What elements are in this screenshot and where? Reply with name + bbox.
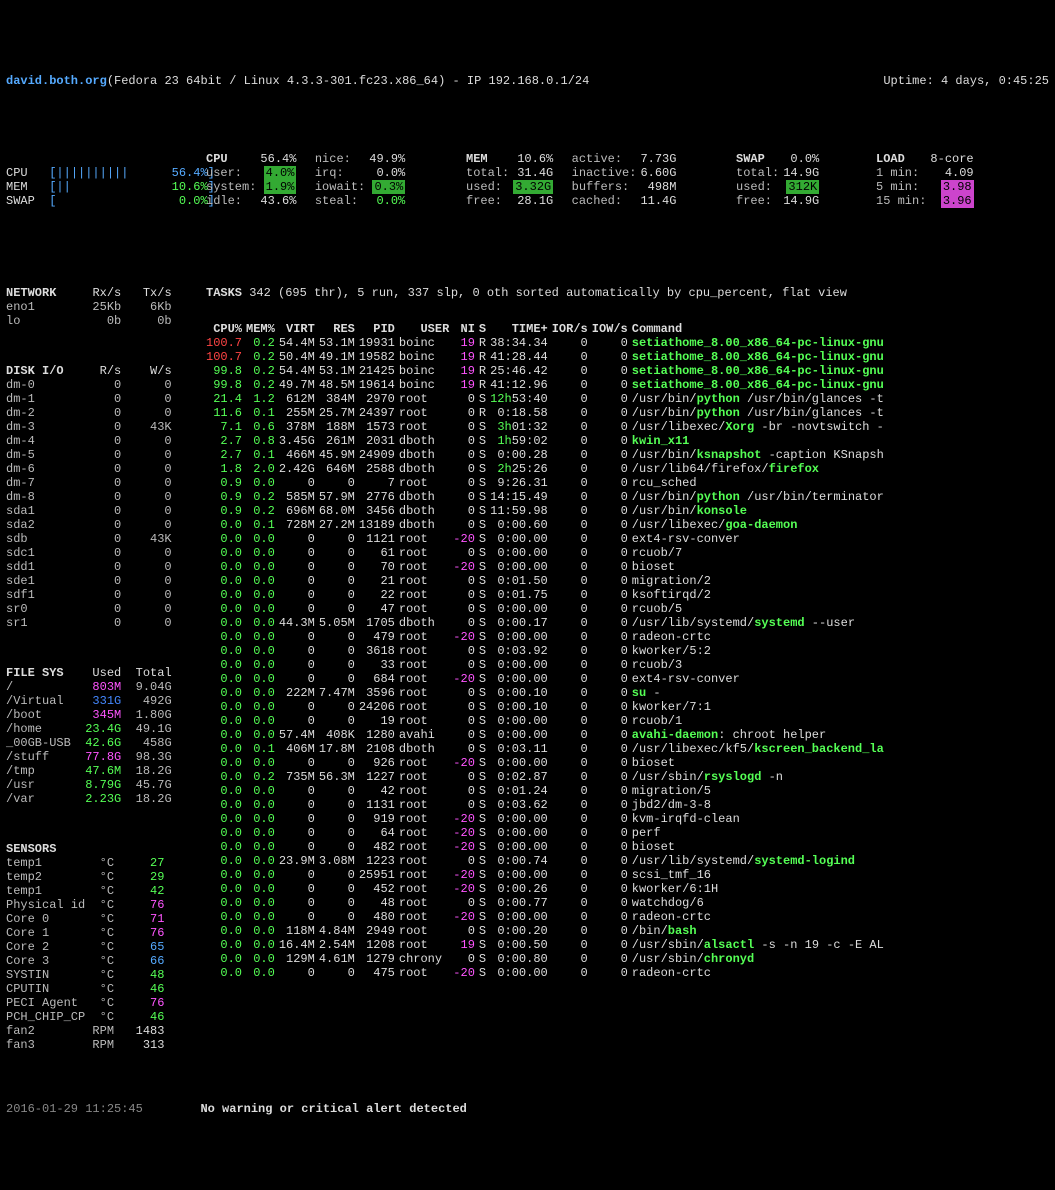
process-row: 0.00.023.9M3.08M1223root 0S0:00.7400/usr…	[206, 854, 888, 868]
process-row: 99.80.254.4M53.1M21425boinc 19R25:46.420…	[206, 364, 888, 378]
tasks-summary: 342 (695 thr), 5 run, 337 slp, 0 oth sor…	[249, 286, 847, 300]
process-row: 0.00.044.3M5.05M1705dboth 0S0:00.1700/us…	[206, 616, 888, 630]
uptime: 4 days, 0:45:25	[941, 74, 1049, 88]
process-row: 0.00.000684root -20S0:00.0000ext4-rsv-co…	[206, 672, 888, 686]
process-row: 0.00.0129M4.61M1279chrony 0S0:00.8000/us…	[206, 952, 888, 966]
process-row: 100.70.250.4M49.1M19582boinc 19R41:28.44…	[206, 350, 888, 364]
process-row: 0.00.00033root 0S0:00.0000rcuob/3	[206, 658, 888, 672]
footer: 2016-01-29 11:25:45 No warning or critic…	[6, 1102, 1049, 1116]
tasks-panel: TASKS 342 (695 thr), 5 run, 337 slp, 0 o…	[206, 272, 1049, 1066]
process-row: 0.00.00019root 0S0:00.0000rcuob/1	[206, 714, 888, 728]
process-row: 0.00.000926root -20S0:00.0000bioset	[206, 756, 888, 770]
process-row: 0.00.2735M56.3M1227root 0S0:02.8700/usr/…	[206, 770, 888, 784]
timestamp: 2016-01-29 11:25:45	[6, 1102, 143, 1116]
process-row: 0.00.0001131root 0S0:03.6200jbd2/dm-3-8	[206, 798, 888, 812]
process-row: 2.70.83.45G261M2031dboth 0S1h59:0200kwin…	[206, 434, 888, 448]
bars: CPU [|||||||||| 56.4%] MEM [|| 10.6%] SW…	[6, 152, 206, 208]
body-row: NETWORK Rx/s Tx/s eno1 25Kb 6Kb lo 0b 0b…	[6, 272, 1049, 1066]
cpu-block: CPU56.4% nice:49.9% user:4.0% irq:0.0% s…	[206, 152, 466, 208]
process-row: 0.00.00025951root -20S0:00.0000scsi_tmf_…	[206, 868, 888, 882]
process-row: 0.00.1406M17.8M2108dboth 0S0:03.1100/usr…	[206, 742, 888, 756]
mem-block: MEM10.6% active:7.73G total:31.4G inacti…	[466, 152, 736, 208]
summary-row: CPU [|||||||||| 56.4%] MEM [|| 10.6%] SW…	[6, 138, 1049, 208]
process-row: 0.00.00064root -20S0:00.0000perf	[206, 826, 888, 840]
process-row: 0.00.00061root 0S0:00.0000rcuob/7	[206, 546, 888, 560]
network-panel: NETWORK Rx/s Tx/s eno1 25Kb 6Kb lo 0b 0b	[6, 286, 206, 328]
process-row: 100.70.254.4M53.1M19931boinc 19R38:34.34…	[206, 336, 888, 350]
process-row: 0.00.0118M4.84M2949root 0S0:00.2000/bin/…	[206, 924, 888, 938]
cpu-bar-pct: 56.4%	[172, 166, 208, 180]
swap-block: SWAP0.0% total:14.9G used:312K free:14.9…	[736, 152, 876, 208]
process-row: 0.90.2696M68.0M3456dboth 0S11:59.9800/us…	[206, 504, 888, 518]
process-row: 0.00.1728M27.2M13189dboth 0S0:00.6000/us…	[206, 518, 888, 532]
process-row: 0.00.0003618root 0S0:03.9200kworker/5:2	[206, 644, 888, 658]
process-row: 11.60.1255M25.7M24397root 0R0:18.5800/us…	[206, 406, 888, 420]
process-row: 7.10.6378M188M1573root 0S3h01:3200/usr/l…	[206, 420, 888, 434]
left-column: NETWORK Rx/s Tx/s eno1 25Kb 6Kb lo 0b 0b…	[6, 272, 206, 1066]
process-row: 0.00.00048root 0S0:00.7700watchdog/6	[206, 896, 888, 910]
process-row: 21.41.2612M384M2970root 0S12h53:4000/usr…	[206, 392, 888, 406]
fs-panel: FILE SYS Used Total / 803M 9.04G /Virtua…	[6, 666, 206, 806]
process-row: 0.00.057.4M408K1280avahi 0S0:00.0000avah…	[206, 728, 888, 742]
process-row: 0.00.000480root -20S0:00.0000radeon-crtc	[206, 910, 888, 924]
hostname: david.both.org	[6, 74, 107, 88]
process-row: 0.00.00042root 0S0:01.2400migration/5	[206, 784, 888, 798]
process-row: 0.00.000479root -20S0:00.0000radeon-crtc	[206, 630, 888, 644]
process-row: 0.00.016.4M2.54M1208root 19S0:00.5000/us…	[206, 938, 888, 952]
process-row: 0.00.000482root -20S0:00.0000bioset	[206, 840, 888, 854]
process-row: 0.00.00070root -20S0:00.0000bioset	[206, 560, 888, 574]
process-row: 99.80.249.7M48.5M19614boinc 19R41:12.960…	[206, 378, 888, 392]
process-row: 0.00.00047root 0S0:00.0000rcuob/5	[206, 602, 888, 616]
mem-bar-pct: 10.6%	[172, 180, 208, 194]
process-row: 1.82.02.42G646M2588dboth 0S2h25:2600/usr…	[206, 462, 888, 476]
ip: 192.168.0.1/24	[489, 74, 590, 88]
header: david.both.org(Fedora 23 64bit / Linux 4…	[6, 74, 1049, 88]
alert-msg: No warning or critical alert detected	[200, 1102, 466, 1116]
process-row: 0.00.000475root -20S0:00.0000radeon-crtc	[206, 966, 888, 980]
disk-panel: DISK I/O R/s W/s dm-0 0 0 dm-1 0 0 dm-2 …	[6, 364, 206, 630]
glances-screen: david.both.org(Fedora 23 64bit / Linux 4…	[0, 56, 1055, 1134]
sensors-panel: SENSORS temp1 °C 27 temp2 °C 29 temp1 °C…	[6, 842, 206, 1052]
load-block: LOAD8-core 1 min:4.09 5 min:3.98 15 min:…	[876, 152, 978, 208]
swap-bar-pct: 0.0%	[179, 194, 208, 208]
process-row: 0.00.0222M7.47M3596root 0S0:00.1000su -	[206, 686, 888, 700]
process-table: CPU%MEM%VIRTRESPIDUSERNISTIME+IOR/sIOW/s…	[206, 322, 888, 980]
process-row: 0.90.2585M57.9M2776dboth 0S14:15.4900/us…	[206, 490, 888, 504]
process-row: 2.70.1466M45.9M24909dboth 0S0:00.2800/us…	[206, 448, 888, 462]
process-row: 0.00.000919root -20S0:00.0000kvm-irqfd-c…	[206, 812, 888, 826]
process-row: 0.00.00024206root 0S0:00.1000kworker/7:1	[206, 700, 888, 714]
process-row: 0.90.0007root 0S9:26.3100rcu_sched	[206, 476, 888, 490]
process-row: 0.00.0001121root -20S0:00.0000ext4-rsv-c…	[206, 532, 888, 546]
process-row: 0.00.00022root 0S0:01.7500ksoftirqd/2	[206, 588, 888, 602]
process-row: 0.00.00021root 0S0:01.5000migration/2	[206, 574, 888, 588]
